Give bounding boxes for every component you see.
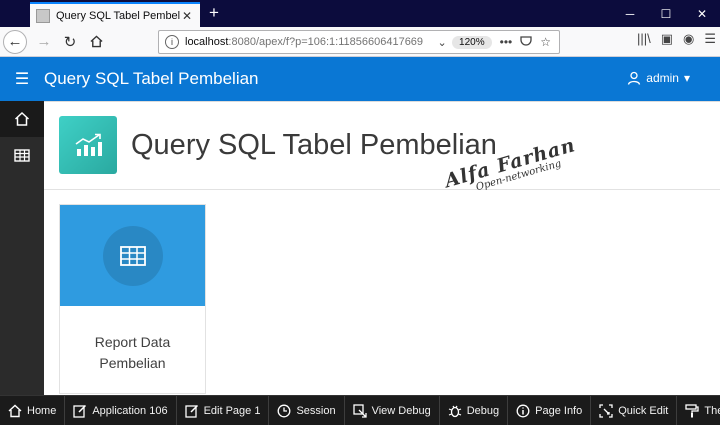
close-tab-icon[interactable]: ✕: [180, 9, 194, 23]
app-title[interactable]: Query SQL Tabel Pembelian: [44, 69, 259, 89]
devbar-page-info[interactable]: Page Info: [508, 396, 592, 425]
maximize-icon[interactable]: ☐: [648, 0, 684, 27]
browser-tab-bar: Query SQL Tabel Pembelian ✕ + ─ ☐ ✕: [0, 0, 720, 27]
sidebar-icon[interactable]: ▣: [661, 31, 673, 47]
browser-navbar: ← → ↻ i localhost:8080/apex/f?p=106:1:11…: [0, 27, 720, 57]
home-icon: [8, 404, 22, 417]
favicon-icon: [36, 8, 50, 23]
minimize-icon[interactable]: ─: [612, 0, 648, 27]
user-icon: [628, 71, 641, 85]
back-icon[interactable]: ←: [3, 29, 27, 54]
quick-edit-icon: [599, 403, 613, 418]
hero-region: Query SQL Tabel Pembelian Alfa Farhan Op…: [44, 102, 720, 193]
card-label-line1: Report Data: [94, 334, 171, 350]
toolbar-right: |||\ ▣ ◉ ☰: [637, 31, 716, 47]
devbar-home[interactable]: Home: [0, 396, 66, 425]
devbar-edit-page[interactable]: Edit Page 1: [177, 396, 270, 425]
username: admin: [646, 71, 679, 85]
reload-icon[interactable]: ↻: [57, 29, 83, 55]
bookmark-star-icon[interactable]: ☆: [540, 35, 551, 50]
devbar-quick-edit[interactable]: Quick Edit: [591, 396, 678, 425]
tab-title: Query SQL Tabel Pembelian: [56, 9, 180, 22]
side-nav: [0, 101, 44, 395]
url-actions: ••• ☆: [500, 35, 551, 50]
close-window-icon[interactable]: ✕: [684, 0, 720, 27]
card-label: Report Data Pembelian: [60, 306, 205, 374]
info-icon: [516, 404, 530, 417]
page-actions-icon[interactable]: •••: [500, 35, 513, 50]
table-icon: [14, 148, 30, 162]
page-title: Query SQL Tabel Pembelian: [131, 129, 497, 161]
url-bar[interactable]: i localhost:8080/apex/f?p=106:1:11856606…: [158, 30, 560, 54]
edit-icon: [184, 404, 198, 418]
new-tab-icon[interactable]: +: [205, 3, 223, 23]
sidenav-report[interactable]: [0, 137, 44, 173]
site-info-icon[interactable]: i: [165, 35, 179, 49]
report-card[interactable]: Report Data Pembelian: [59, 204, 206, 394]
window-controls: ─ ☐ ✕: [612, 0, 720, 27]
browser-tab[interactable]: Query SQL Tabel Pembelian ✕: [30, 2, 200, 27]
library-icon[interactable]: |||\: [637, 31, 651, 47]
url-text: localhost:8080/apex/f?p=106:1:1185660641…: [185, 36, 424, 48]
devbar-application[interactable]: Application 106: [65, 396, 177, 425]
devbar-view-debug[interactable]: View Debug: [345, 396, 440, 425]
app-header: ☰ Query SQL Tabel Pembelian admin ▾: [0, 57, 720, 101]
user-menu[interactable]: admin ▾: [627, 71, 690, 85]
chevron-down-icon[interactable]: ⌄: [432, 36, 452, 49]
table-icon: [119, 245, 146, 266]
clock-icon: [278, 404, 291, 417]
bug-icon: [448, 405, 461, 417]
chart-icon: [59, 116, 117, 174]
view-debug-icon: [352, 403, 367, 418]
card-icon-circle: [102, 225, 163, 286]
sidenav-home[interactable]: [0, 101, 44, 137]
developer-toolbar: Home Application 106 Edit Page 1 Session…: [0, 395, 720, 425]
forward-icon[interactable]: →: [31, 29, 57, 55]
card-banner: [60, 205, 205, 306]
hamburger-menu-icon[interactable]: ☰: [0, 57, 44, 101]
edit-icon: [73, 404, 87, 418]
devbar-session[interactable]: Session: [269, 396, 345, 425]
menu-icon[interactable]: ☰: [704, 31, 716, 47]
paint-roller-icon: [685, 403, 700, 417]
card-label-line2: Pembelian: [99, 355, 166, 371]
pocket-icon[interactable]: [520, 35, 532, 50]
zoom-level[interactable]: 120%: [452, 35, 492, 49]
main-content: Query SQL Tabel Pembelian Alfa Farhan Op…: [44, 101, 720, 395]
devbar-debug[interactable]: Debug: [440, 396, 509, 425]
devbar-theme[interactable]: Theme: [677, 396, 720, 425]
caret-down-icon: ▾: [683, 71, 690, 85]
account-icon[interactable]: ◉: [683, 31, 694, 47]
home-icon[interactable]: [83, 29, 109, 55]
home-icon: [14, 111, 30, 126]
